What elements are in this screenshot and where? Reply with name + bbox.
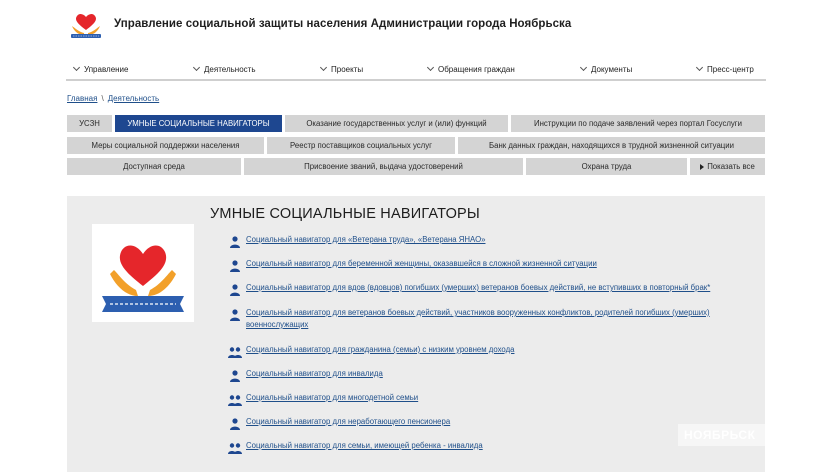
nav-item-documents[interactable]: Документы <box>579 63 633 74</box>
navigator-link-low-income[interactable]: Социальный навигатор для гражданина (сем… <box>228 344 758 358</box>
nav-item-activity[interactable]: Деятельность <box>192 63 256 74</box>
nav-item-label: Пресс-центр <box>707 65 754 74</box>
navigator-link-combat-veterans[interactable]: Социальный навигатор для ветеранов боевы… <box>228 307 758 331</box>
tab-social-support[interactable]: Меры социальной поддержки населения <box>67 137 264 154</box>
navigator-link-large-family[interactable]: Социальный навигатор для многодетной сем… <box>228 392 758 406</box>
chevron-down-icon <box>192 63 201 72</box>
chevron-down-icon <box>695 63 704 72</box>
site-header: Управление социальной защиты населения А… <box>0 0 840 56</box>
chevron-down-icon <box>579 63 588 72</box>
navigator-link-label[interactable]: Социальный навигатор для «Ветерана труда… <box>246 234 486 246</box>
tab-accessible-environment[interactable]: Доступная среда <box>67 158 241 175</box>
navigator-link-label[interactable]: Социальный навигатор для гражданина (сем… <box>246 344 514 356</box>
nav-item-label: Документы <box>591 65 633 74</box>
chevron-down-icon <box>319 63 328 72</box>
navigator-link-label[interactable]: Социальный навигатор для инвалида <box>246 368 383 380</box>
nav-item-management[interactable]: Управление <box>72 63 129 74</box>
site-title[interactable]: Управление социальной защиты населения А… <box>114 18 571 30</box>
nav-item-press-center[interactable]: Пресс-центр <box>695 63 754 74</box>
nav-item-label: Проекты <box>331 65 364 74</box>
navigator-link-label[interactable]: Социальный навигатор для многодетной сем… <box>246 392 418 404</box>
navigator-link-pregnant-woman[interactable]: Социальный навигатор для беременной женщ… <box>228 258 758 272</box>
nav-item-label: Деятельность <box>204 65 256 74</box>
people-icon <box>228 345 242 358</box>
tab-titles-certificates[interactable]: Присвоение званий, выдача удостоверений <box>244 158 523 175</box>
person-icon <box>228 417 242 430</box>
people-icon <box>228 441 242 454</box>
navigator-link-label[interactable]: Социальный навигатор для вдов (вдовцов) … <box>246 282 710 294</box>
breadcrumb-separator: \ <box>101 94 104 103</box>
breadcrumb-current-link[interactable]: Деятельность <box>108 94 160 103</box>
breadcrumb-home-link[interactable]: Главная <box>67 94 97 103</box>
tab-labor-protection[interactable]: Охрана труда <box>526 158 687 175</box>
nav-item-label: Обращения граждан <box>438 65 515 74</box>
watermark: НОЯБРЬСК <box>678 424 774 446</box>
triangle-right-icon <box>700 163 705 170</box>
page-title: УМНЫЕ СОЦИАЛЬНЫЕ НАВИГАТОРЫ <box>210 206 480 222</box>
person-icon <box>228 283 242 296</box>
main-nav: Управление Деятельность Проекты Обращени… <box>66 61 766 81</box>
tab-state-services[interactable]: Оказание государственных услуг и (или) ф… <box>285 115 508 132</box>
tab-data-bank[interactable]: Банк данных граждан, находящихся в трудн… <box>458 137 765 154</box>
navigator-link-label[interactable]: Социальный навигатор для неработающего п… <box>246 416 450 428</box>
navigator-link-label[interactable]: Социальный навигатор для семьи, имеющей … <box>246 440 483 452</box>
heart-hands-emblem-icon <box>92 224 194 322</box>
tab-gosuslugi-instructions[interactable]: Инструкции по подаче заявлений через пор… <box>511 115 765 132</box>
nav-item-label: Управление <box>84 65 129 74</box>
nav-item-projects[interactable]: Проекты <box>319 63 364 74</box>
chevron-down-icon <box>72 63 81 72</box>
show-all-label: Показать все <box>707 162 755 171</box>
navigator-link-label[interactable]: Социальный навигатор для беременной женщ… <box>246 258 597 270</box>
people-icon <box>228 393 242 406</box>
person-icon <box>228 369 242 382</box>
chevron-down-icon <box>426 63 435 72</box>
navigator-link-labor-veteran[interactable]: Социальный навигатор для «Ветерана труда… <box>228 234 758 248</box>
navigator-link-widows[interactable]: Социальный навигатор для вдов (вдовцов) … <box>228 282 758 296</box>
navigator-link-label[interactable]: Социальный навигатор для ветеранов боевы… <box>246 307 758 331</box>
show-all-button[interactable]: Показать все <box>690 158 765 175</box>
nav-item-citizen-appeals[interactable]: Обращения граждан <box>426 63 515 74</box>
person-icon <box>228 308 242 321</box>
tab-uszn[interactable]: УСЗН <box>67 115 112 132</box>
tab-smart-navigators[interactable]: УМНЫЕ СОЦИАЛЬНЫЕ НАВИГАТОРЫ <box>115 115 282 132</box>
person-icon <box>228 235 242 248</box>
breadcrumb: Главная \ Деятельность <box>67 94 159 103</box>
heart-hands-logo-icon[interactable] <box>68 10 104 40</box>
tab-providers-registry[interactable]: Реестр поставщиков социальных услуг <box>267 137 455 154</box>
navigator-link-disabled-person[interactable]: Социальный навигатор для инвалида <box>228 368 758 382</box>
person-icon <box>228 259 242 272</box>
